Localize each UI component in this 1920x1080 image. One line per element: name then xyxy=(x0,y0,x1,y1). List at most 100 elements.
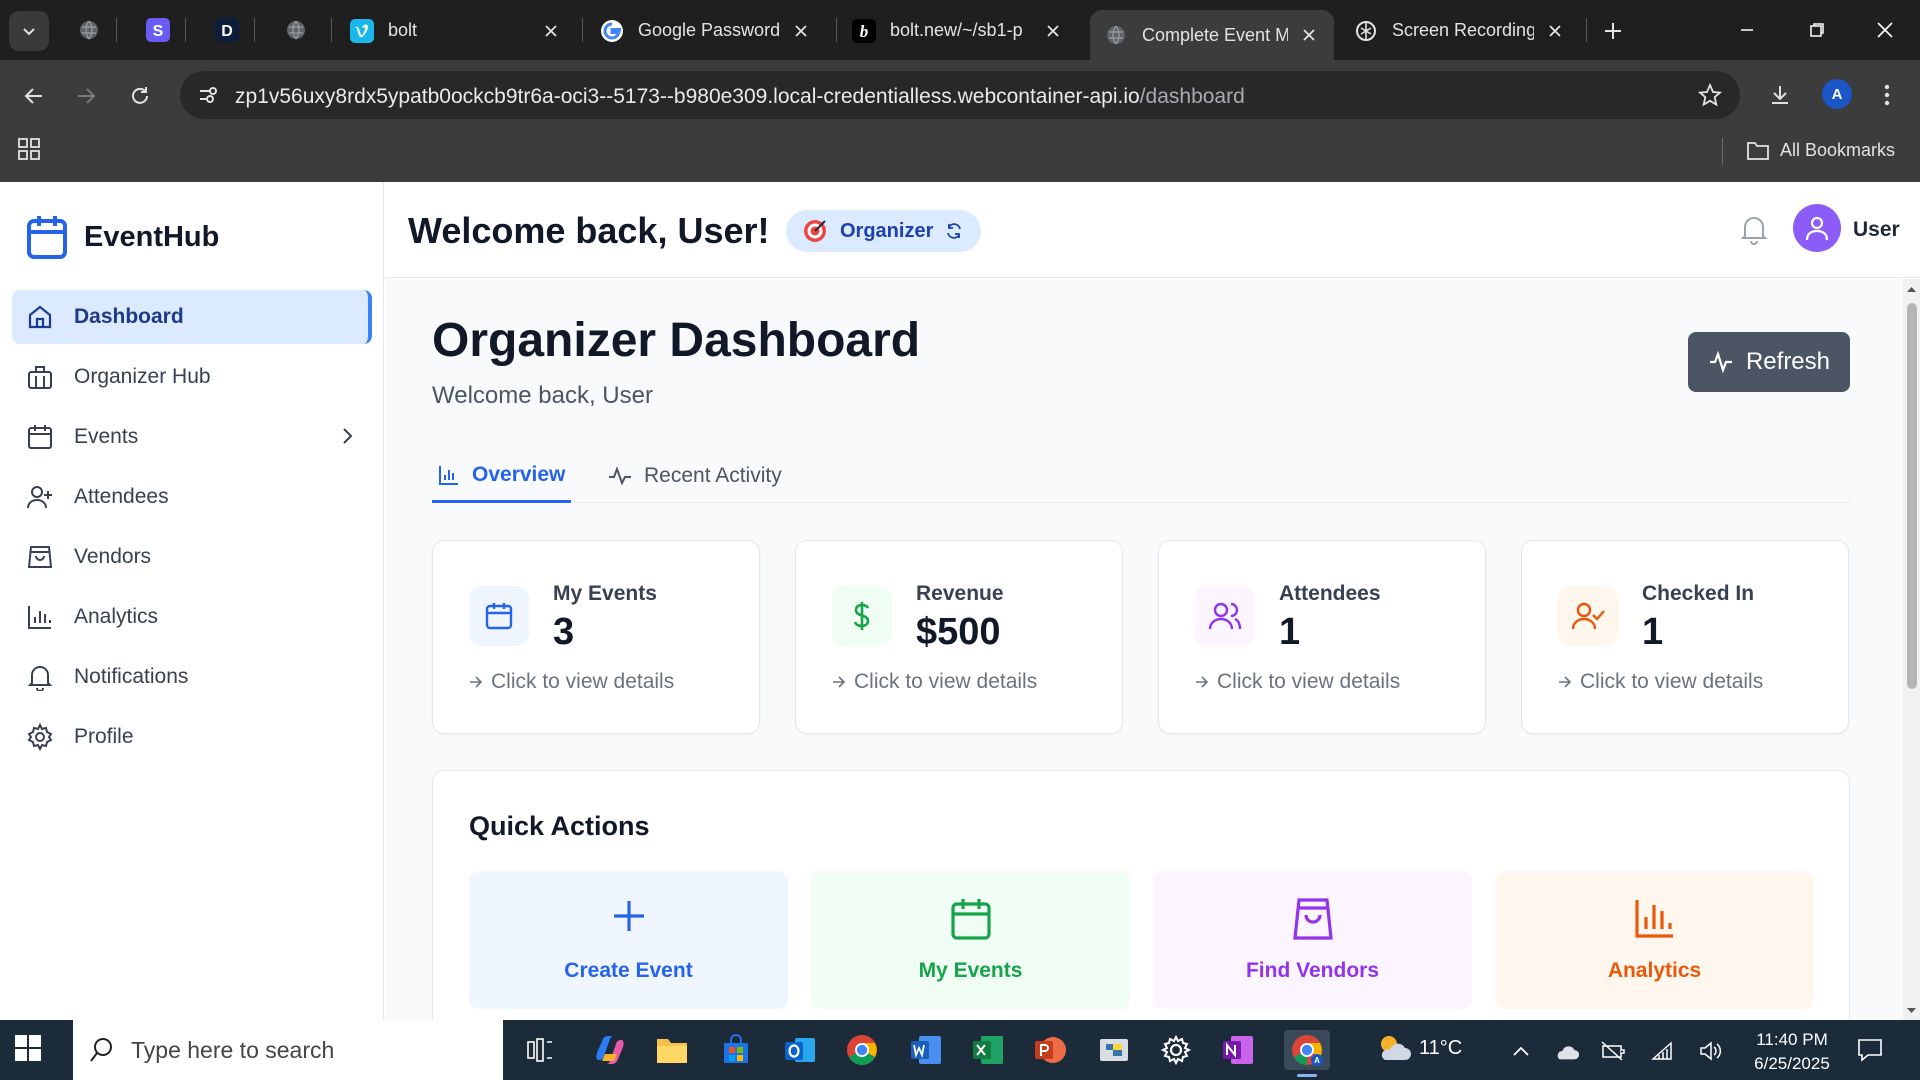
svg-text:D: D xyxy=(221,23,233,40)
powerpoint-app[interactable] xyxy=(1030,1030,1070,1070)
browser-menu-button[interactable] xyxy=(1869,77,1905,113)
excel-app[interactable] xyxy=(968,1030,1008,1070)
sidebar-item-notifications[interactable]: Notifications xyxy=(12,650,372,704)
word-app[interactable] xyxy=(906,1030,946,1070)
profile-avatar[interactable]: A xyxy=(1822,79,1852,109)
calendar-icon xyxy=(25,422,55,452)
sidebar-item-events[interactable]: Events xyxy=(12,410,372,464)
quick-action-label: Analytics xyxy=(1607,959,1702,982)
arrow-right-icon xyxy=(833,676,846,688)
scrollbar-thumb[interactable] xyxy=(1907,303,1917,689)
volume-tray[interactable] xyxy=(1698,1038,1724,1064)
stat-card-my-events[interactable]: My Events 3 Click to view details xyxy=(432,540,760,734)
users-icon xyxy=(1195,586,1255,646)
minimize-button[interactable] xyxy=(1724,12,1770,48)
settings-app[interactable] xyxy=(1156,1030,1196,1070)
page-scrollbar[interactable] xyxy=(1903,279,1920,1020)
analytics-button[interactable]: Analytics xyxy=(1495,871,1814,1009)
view-details-label: Click to view details xyxy=(491,670,675,693)
task-view-button[interactable] xyxy=(520,1030,560,1070)
view-details-link[interactable]: Click to view details xyxy=(1558,670,1763,694)
all-bookmarks-button[interactable]: All Bookmarks xyxy=(1746,136,1895,164)
stat-card-checked-in[interactable]: Checked In 1 Click to view details xyxy=(1521,540,1849,734)
brand-logo[interactable]: EventHub xyxy=(26,214,219,260)
tab-google-password[interactable]: Google Password M xyxy=(586,9,826,52)
taskbar-search[interactable]: Type here to search xyxy=(73,1020,503,1080)
show-hidden-icons[interactable] xyxy=(1508,1038,1534,1064)
restore-button[interactable] xyxy=(1794,12,1840,48)
speaker-icon xyxy=(1700,1041,1722,1061)
copilot-app[interactable] xyxy=(590,1030,630,1070)
sidebar-item-vendors[interactable]: Vendors xyxy=(12,530,372,584)
close-tab-icon[interactable] xyxy=(1042,20,1064,42)
my-events-button[interactable]: My Events xyxy=(811,871,1130,1009)
downloads-button[interactable] xyxy=(1762,77,1798,113)
refresh-button[interactable]: Refresh xyxy=(1688,332,1850,392)
stat-card-attendees[interactable]: Attendees 1 Click to view details xyxy=(1158,540,1486,734)
close-tab-icon[interactable] xyxy=(1298,24,1320,46)
start-button[interactable] xyxy=(14,1034,46,1066)
scroll-up-icon[interactable] xyxy=(1906,283,1917,294)
quick-action-label: Find Vendors xyxy=(1245,959,1379,982)
chrome-profile-app[interactable]: A xyxy=(1284,1030,1330,1077)
pinned-tab-globe-2[interactable] xyxy=(280,14,312,46)
chrome-app[interactable] xyxy=(842,1030,882,1070)
notifications-button[interactable] xyxy=(1734,209,1774,249)
tab-search-button[interactable] xyxy=(9,11,49,51)
role-switcher[interactable]: Organizer xyxy=(786,210,982,252)
tab-screen-recording[interactable]: Screen Recording xyxy=(1340,9,1580,52)
pinned-tab-globe[interactable] xyxy=(73,14,105,46)
back-button[interactable] xyxy=(16,78,52,114)
find-vendors-button[interactable]: Find Vendors xyxy=(1153,871,1472,1009)
svg-text:b: b xyxy=(860,22,869,41)
new-tab-button[interactable] xyxy=(1596,14,1630,48)
tab-label: Overview xyxy=(472,462,566,486)
bookmark-star-icon[interactable] xyxy=(1696,81,1724,109)
view-details-label: Click to view details xyxy=(1217,670,1401,693)
reload-button[interactable] xyxy=(122,78,158,114)
tab-title: bolt xyxy=(388,20,418,40)
close-window-button[interactable] xyxy=(1862,12,1908,48)
user-name[interactable]: User xyxy=(1853,218,1900,242)
onenote-app[interactable] xyxy=(1218,1030,1258,1070)
pinned-tab-d[interactable]: D xyxy=(211,14,243,46)
view-details-link[interactable]: Click to view details xyxy=(1195,670,1400,694)
battery-icon xyxy=(1601,1041,1625,1061)
microsoft-store-app[interactable] xyxy=(716,1030,756,1070)
view-details-link[interactable]: Click to view details xyxy=(832,670,1037,694)
file-explorer-app[interactable] xyxy=(652,1030,692,1070)
sidebar-item-analytics[interactable]: Analytics xyxy=(12,590,372,644)
address-bar[interactable]: zp1v56uxy8rdx5ypatb0ockcb9tr6a-oci3--517… xyxy=(180,71,1740,119)
site-settings-icon[interactable] xyxy=(194,81,222,109)
tab-complete-event[interactable]: Complete Event M xyxy=(1090,10,1334,60)
scroll-down-icon[interactable] xyxy=(1906,1005,1917,1016)
close-tab-icon[interactable] xyxy=(1544,20,1566,42)
sidebar-item-organizer-hub[interactable]: Organizer Hub xyxy=(12,350,372,404)
close-tab-icon[interactable] xyxy=(540,20,562,42)
sidebar-item-attendees[interactable]: Attendees xyxy=(12,470,372,524)
onedrive-tray[interactable] xyxy=(1554,1038,1580,1064)
sidebar-item-profile[interactable]: Profile xyxy=(12,710,372,764)
close-tab-icon[interactable] xyxy=(790,20,812,42)
user-avatar[interactable] xyxy=(1793,204,1841,252)
quick-action-label: My Events xyxy=(918,959,1023,982)
battery-tray[interactable] xyxy=(1600,1038,1626,1064)
tab-bolt-new[interactable]: b bolt.new/~/sb1-p xyxy=(838,9,1078,52)
weather-widget[interactable]: 11°C xyxy=(1375,1033,1462,1063)
outlook-app[interactable] xyxy=(780,1030,820,1070)
python-app[interactable] xyxy=(1094,1030,1134,1070)
apps-grid-icon[interactable] xyxy=(16,136,44,164)
wifi-tray[interactable] xyxy=(1650,1038,1676,1064)
pinned-tab-stackblitz[interactable]: S xyxy=(142,14,174,46)
create-event-button[interactable]: Create Event xyxy=(469,871,788,1009)
stat-card-revenue[interactable]: Revenue $500 Click to view details xyxy=(795,540,1123,734)
notification-center-button[interactable] xyxy=(1856,1036,1884,1064)
sidebar-item-dashboard[interactable]: Dashboard xyxy=(12,290,372,344)
tab-title: Screen Recording xyxy=(1392,20,1534,40)
tab-overview[interactable]: Overview xyxy=(432,449,572,503)
tab-bolt[interactable]: bolt xyxy=(336,9,576,52)
tab-recent-activity[interactable]: Recent Activity xyxy=(608,449,782,503)
forward-button[interactable] xyxy=(68,78,104,114)
system-clock[interactable]: 11:40 PM 6/25/2025 xyxy=(1747,1028,1837,1076)
view-details-link[interactable]: Click to view details xyxy=(469,670,674,694)
